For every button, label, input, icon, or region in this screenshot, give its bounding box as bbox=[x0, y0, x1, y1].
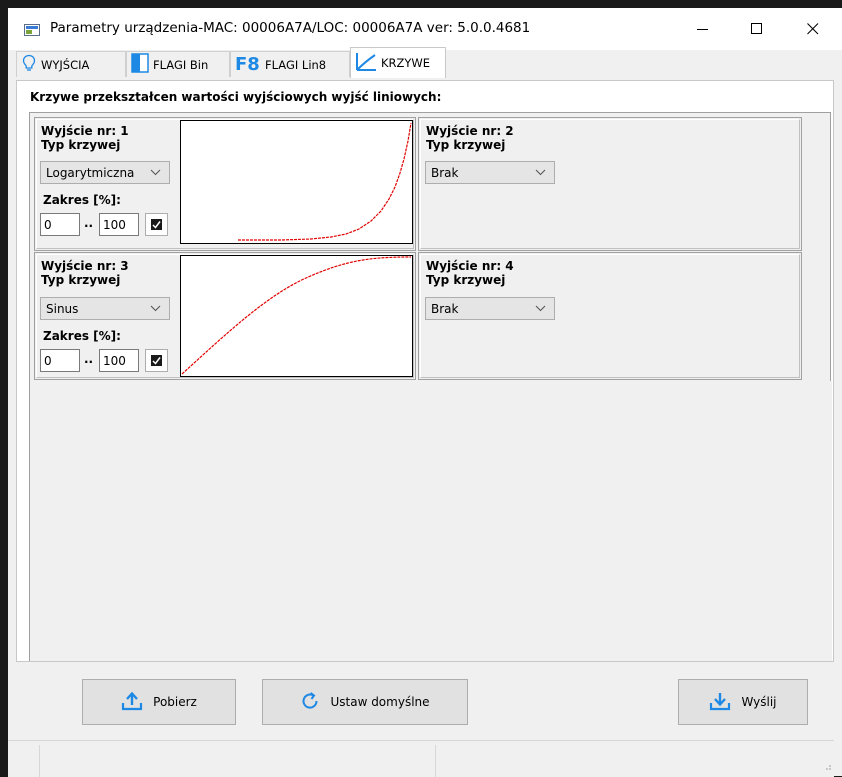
selected-value: Brak bbox=[431, 302, 459, 316]
output-cell-1: Wyjście nr: 1 Typ krzywej Logarytmiczna … bbox=[34, 117, 416, 251]
app-icon bbox=[24, 24, 40, 36]
download-tray-icon bbox=[709, 691, 731, 714]
range-to-input[interactable]: 100 bbox=[99, 213, 139, 236]
range-from-input[interactable]: 0 bbox=[40, 349, 80, 372]
minimize-button[interactable] bbox=[680, 8, 726, 50]
outputs-grid: Wyjście nr: 1 Typ krzywej Logarytmiczna … bbox=[29, 112, 831, 382]
curve-type-select[interactable]: Brak bbox=[425, 297, 555, 320]
defaults-label: Ustaw domyślne bbox=[330, 695, 430, 709]
download-button[interactable]: Pobierz bbox=[82, 679, 236, 725]
curve-type-select[interactable]: Brak bbox=[425, 161, 555, 184]
logarithmic-curve-plot bbox=[238, 122, 412, 241]
chevron-down-icon bbox=[535, 303, 546, 317]
resize-grip-icon[interactable] bbox=[822, 756, 832, 775]
upload-tray-icon bbox=[121, 691, 143, 714]
range-separator: .. bbox=[84, 216, 94, 230]
status-separator bbox=[435, 745, 436, 777]
range-label: Zakres [%]: bbox=[43, 193, 121, 207]
output-cell-2: Wyjście nr: 2 Typ krzywej Brak bbox=[418, 117, 802, 251]
grid-empty-area bbox=[29, 381, 832, 661]
output-cell-4: Wyjście nr: 4 Typ krzywej Brak bbox=[418, 252, 802, 380]
tab-flagi-bin[interactable]: FLAGI Bin bbox=[126, 51, 230, 77]
tab-krzywe[interactable]: KRZYWE bbox=[350, 47, 446, 78]
maximize-button[interactable] bbox=[734, 8, 780, 50]
output-title: Wyjście nr: 1 bbox=[41, 124, 129, 138]
tab-flagi-lin8[interactable]: F8 FLAGI Lin8 bbox=[230, 51, 350, 77]
curve-type-label: Typ krzywej bbox=[426, 273, 506, 287]
curve-type-select[interactable]: Sinus bbox=[40, 297, 170, 320]
curve-line bbox=[181, 256, 412, 375]
status-separator bbox=[39, 745, 40, 777]
send-button[interactable]: Wyślij bbox=[678, 679, 808, 725]
tab-label: FLAGI Lin8 bbox=[265, 57, 327, 72]
svg-text:F8: F8 bbox=[235, 54, 260, 73]
bulb-icon bbox=[21, 54, 37, 75]
download-label: Pobierz bbox=[153, 695, 197, 709]
window-title: Parametry urządzenia-MAC: 00006A7A/LOC: … bbox=[50, 20, 531, 36]
maximize-icon bbox=[751, 23, 762, 34]
apply-range-checkbox[interactable] bbox=[145, 213, 168, 236]
set-defaults-button[interactable]: Ustaw domyślne bbox=[262, 679, 468, 725]
curve-preview-1 bbox=[180, 120, 413, 244]
title-bar: Parametry urządzenia-MAC: 00006A7A/LOC: … bbox=[8, 8, 842, 50]
sinus-curve-plot bbox=[181, 256, 412, 375]
curve-type-label: Typ krzywej bbox=[426, 138, 506, 152]
chevron-down-icon bbox=[150, 167, 161, 181]
chevron-down-icon bbox=[150, 303, 161, 317]
selected-value: Sinus bbox=[46, 302, 79, 316]
range-from-input[interactable]: 0 bbox=[40, 213, 80, 236]
curve-line bbox=[238, 122, 412, 241]
half-square-icon bbox=[131, 53, 149, 76]
curve-preview-3 bbox=[180, 255, 413, 377]
check-icon bbox=[151, 219, 162, 230]
output-title: Wyjście nr: 2 bbox=[426, 124, 514, 138]
tab-label: WYJŚCIA bbox=[41, 57, 90, 72]
range-separator: .. bbox=[84, 352, 94, 366]
selected-value: Brak bbox=[431, 166, 459, 180]
status-bar bbox=[8, 740, 834, 777]
f8-icon: F8 bbox=[235, 53, 261, 76]
output-title: Wyjście nr: 4 bbox=[426, 259, 514, 273]
curve-type-label: Typ krzywej bbox=[41, 273, 121, 287]
tab-label: FLAGI Bin bbox=[153, 57, 209, 72]
curve-icon bbox=[355, 52, 377, 75]
check-icon bbox=[151, 355, 162, 366]
output-title: Wyjście nr: 3 bbox=[41, 259, 129, 273]
refresh-icon bbox=[300, 691, 320, 714]
close-button[interactable] bbox=[790, 8, 836, 50]
curve-type-label: Typ krzywej bbox=[41, 138, 121, 152]
send-label: Wyślij bbox=[741, 695, 777, 709]
range-to-input[interactable]: 100 bbox=[99, 349, 139, 372]
panel-heading: Krzywe przekształcen wartości wyjściowyc… bbox=[30, 90, 442, 104]
tab-label: KRZYWE bbox=[381, 56, 431, 70]
tab-wyjscia[interactable]: WYJŚCIA bbox=[16, 51, 126, 77]
output-cell-3: Wyjście nr: 3 Typ krzywej Sinus Zakres [… bbox=[34, 252, 416, 380]
range-label: Zakres [%]: bbox=[43, 329, 121, 343]
close-icon bbox=[807, 23, 819, 35]
curve-type-select[interactable]: Logarytmiczna bbox=[40, 161, 170, 184]
chevron-down-icon bbox=[535, 167, 546, 181]
minimize-icon bbox=[697, 29, 708, 30]
selected-value: Logarytmiczna bbox=[46, 166, 135, 180]
apply-range-checkbox[interactable] bbox=[145, 349, 168, 372]
curves-panel: Krzywe przekształcen wartości wyjściowyc… bbox=[16, 80, 834, 662]
